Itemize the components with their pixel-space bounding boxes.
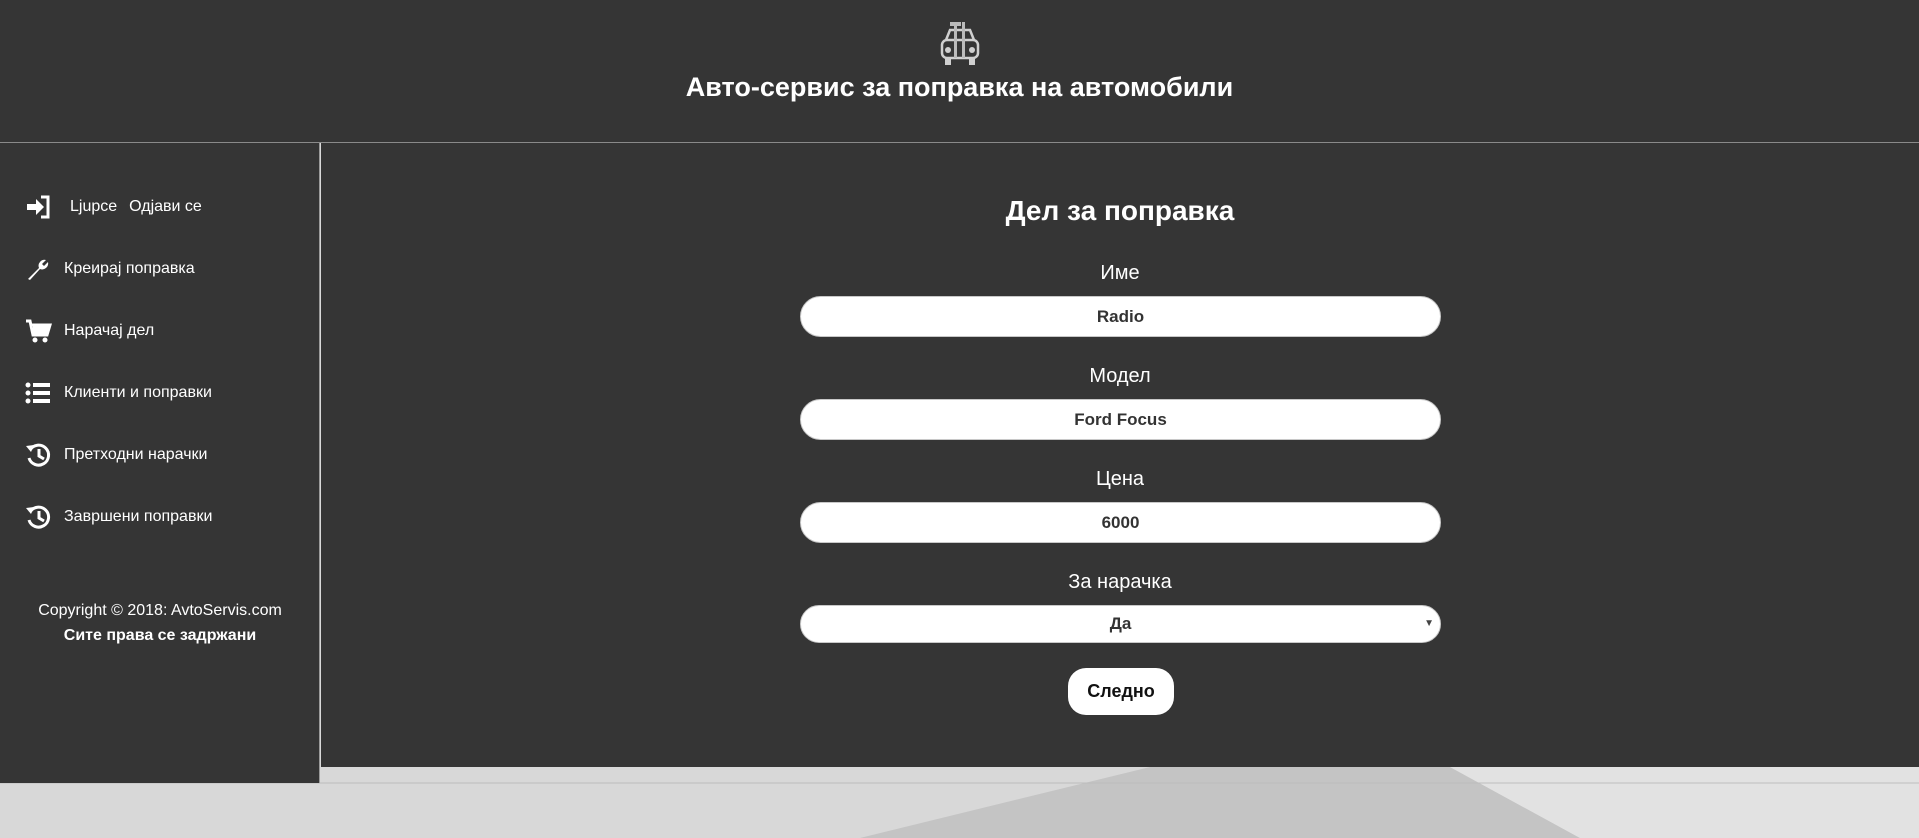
model-label: Модел [1089,365,1151,387]
logout-link[interactable]: Одјави се [129,198,202,216]
sidebar-item-label: Претходни нарачки [64,446,208,463]
rights-text: Сите права се задржани [63,627,257,644]
name-label: Име [1100,262,1140,284]
next-button[interactable]: Следно [1068,668,1174,715]
sidebar-item-label: Нарачај дел [64,322,155,339]
car-repair-icon [937,20,983,70]
price-label: Цена [1095,468,1145,490]
chevron-down-icon: ▼ [1424,618,1434,629]
sidebar-item-label: Завршени поправки [64,508,213,525]
model-input[interactable]: Ford Focus [800,399,1441,440]
site-title: Авто-сервис за поправка на автомобили [685,72,1234,102]
site-header: Авто-сервис за поправка на автомобили [0,0,1919,143]
main-panel: Дел за поправка Име Radio Модел Ford Foc… [321,143,1919,767]
copyright-text: Copyright © 2018: AvtoServis.com [38,602,282,619]
order-label: За нарачка [1068,571,1172,593]
sidebar-item-clients-repairs[interactable]: Клиенти и поправки [24,378,212,408]
user-name: Ljupce [70,198,118,215]
sidebar-item-order-part[interactable]: Нарачај дел [24,316,154,346]
copyright: Copyright © 2018: AvtoServis.com Сите пр… [0,598,320,648]
history-icon [24,503,52,531]
form-title: Дел за поправка [1005,195,1235,226]
sidebar: Ljupce Одјави се Креирај поправка Нарача… [0,143,320,783]
list-icon [24,379,52,407]
wrench-icon [24,255,52,283]
sidebar-item-create-repair[interactable]: Креирај поправка [24,254,195,284]
sidebar-item-label: Креирај поправка [64,260,195,277]
price-input[interactable]: 6000 [800,502,1441,543]
sidebar-user[interactable]: Ljupce Одјави се [24,192,202,222]
name-input[interactable]: Radio [800,296,1441,337]
cart-icon [24,317,53,345]
order-select[interactable]: Да ▼ [800,605,1441,643]
history-icon [24,441,52,469]
sidebar-item-label: Клиенти и поправки [64,384,212,401]
sidebar-item-completed-repairs[interactable]: Завршени поправки [24,502,212,532]
sign-in-icon [24,193,52,221]
sidebar-item-previous-orders[interactable]: Претходни нарачки [24,440,207,470]
order-select-value: Да [1109,614,1132,633]
